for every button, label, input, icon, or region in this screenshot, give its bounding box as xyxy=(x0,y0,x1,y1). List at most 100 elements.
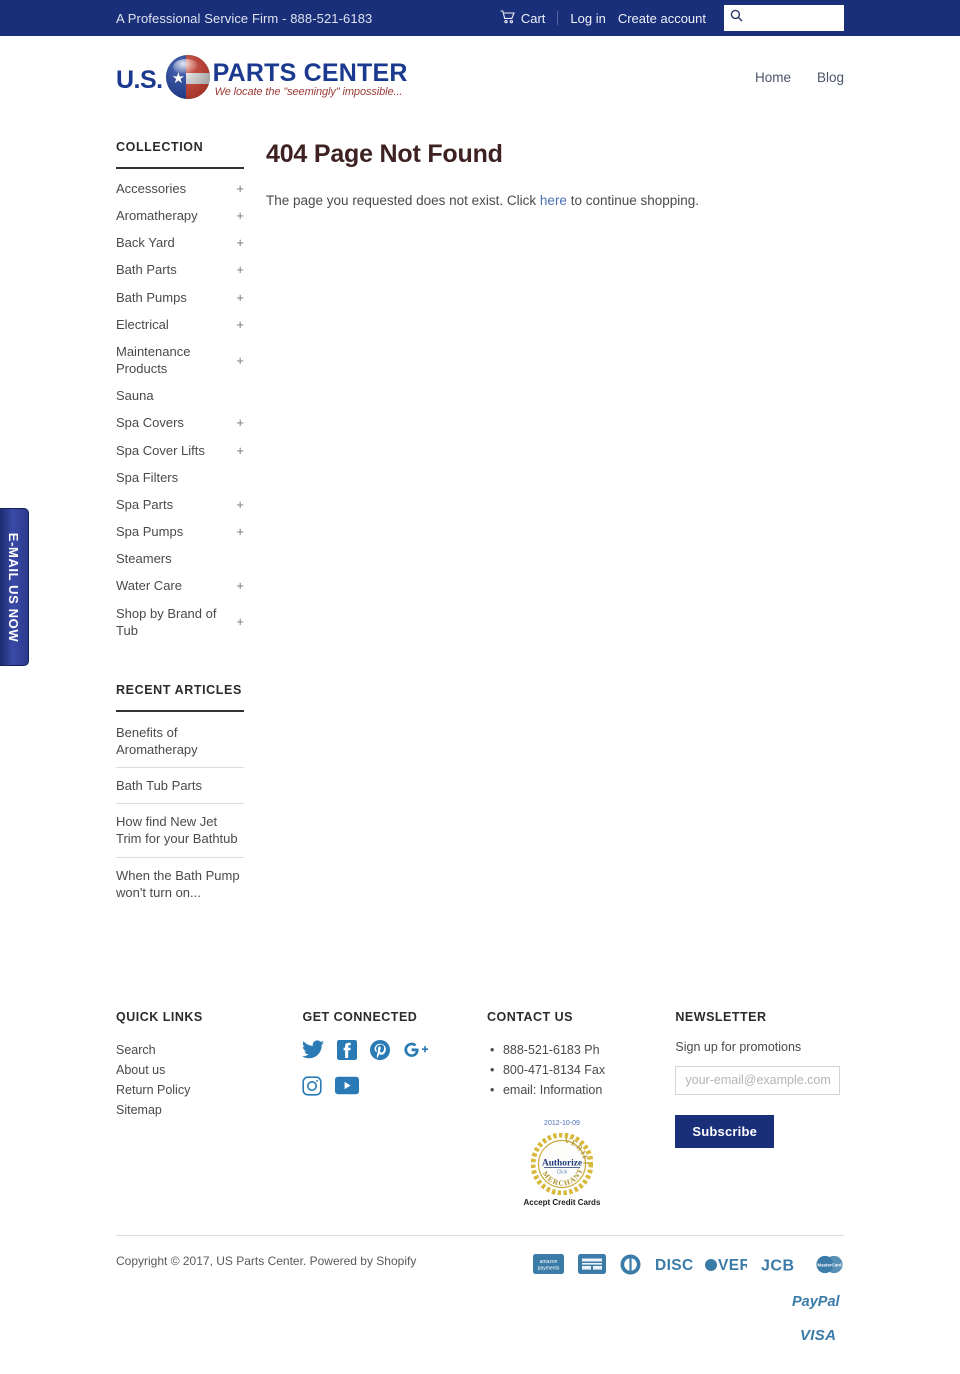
badge-date: 2012-10-09 xyxy=(544,1119,580,1127)
main-nav: Home Blog xyxy=(755,70,844,87)
site-logo[interactable]: U.S. ★ PARTS CENTER We locate the "seemi… xyxy=(116,55,408,101)
contact-email[interactable]: email: Information xyxy=(490,1080,675,1100)
sidebar-item-shop-by-brand-of-tub[interactable]: Shop by Brand of Tub + xyxy=(116,600,244,644)
recent-articles-heading: RECENT ARTICLES xyxy=(116,682,242,697)
sidebar-item-bath-pumps[interactable]: Bath Pumps + xyxy=(116,284,244,311)
footer-link-sitemap[interactable]: Sitemap xyxy=(116,1100,302,1120)
svg-text:DISC: DISC xyxy=(655,1257,694,1273)
top-bar: A Professional Service Firm - 888-521-61… xyxy=(0,0,960,36)
sidebar-item-steamers[interactable]: Steamers xyxy=(116,545,244,572)
expand-plus-icon[interactable]: + xyxy=(236,442,244,459)
continue-shopping-link[interactable]: here xyxy=(540,193,567,208)
sidebar-item-label: Spa Pumps xyxy=(116,524,184,540)
main-content: 404 Page Not Found The page you requeste… xyxy=(244,140,844,211)
jcb-icon: JCB xyxy=(761,1256,801,1278)
contact-us-heading: CONTACT US xyxy=(486,1009,573,1024)
search-icon xyxy=(730,9,743,27)
body-text-after: to continue shopping. xyxy=(566,193,700,208)
expand-plus-icon[interactable]: + xyxy=(236,207,244,224)
amazon-payments-icon: amazon payments xyxy=(533,1254,564,1279)
expand-plus-icon[interactable]: + xyxy=(236,613,244,630)
email-us-now-tab[interactable]: E-MAIL US NOW xyxy=(0,508,29,666)
expand-plus-icon[interactable]: + xyxy=(236,496,244,513)
pinterest-icon[interactable] xyxy=(370,1039,391,1065)
create-account-link[interactable]: Create account xyxy=(618,11,706,26)
sidebar-item-label: Back Yard xyxy=(116,235,175,251)
sidebar-item-spa-pumps[interactable]: Spa Pumps + xyxy=(116,518,244,545)
expand-plus-icon[interactable]: + xyxy=(236,414,244,431)
sidebar-item-label: Spa Filters xyxy=(116,469,179,485)
sidebar-item-back-yard[interactable]: Back Yard + xyxy=(116,229,244,256)
footer-get-connected: GET CONNECTED xyxy=(302,1010,486,1207)
recent-article-item[interactable]: When the Bath Pump won't turn on... xyxy=(116,858,244,910)
nav-item-blog[interactable]: Blog xyxy=(817,70,844,85)
footer-link-search[interactable]: Search xyxy=(116,1040,302,1060)
sidebar-item-label: Maintenance Products xyxy=(116,343,191,377)
expand-plus-icon[interactable]: + xyxy=(236,261,244,278)
sidebar-item-label: Bath Parts xyxy=(116,262,177,278)
youtube-icon[interactable] xyxy=(335,1076,360,1100)
logo-parts-center-text: PARTS CENTER xyxy=(212,58,408,87)
sidebar-item-label: Water Care xyxy=(116,578,182,594)
twitter-icon[interactable] xyxy=(302,1040,325,1064)
site-footer: QUICK LINKS Search About us Return Polic… xyxy=(116,910,844,1207)
quick-links-heading: QUICK LINKS xyxy=(116,1009,203,1024)
sidebar-item-label: Spa Cover Lifts xyxy=(116,442,205,458)
sidebar-item-accessories[interactable]: Accessories + xyxy=(116,175,244,202)
svg-text:MasterCard: MasterCard xyxy=(817,1262,841,1267)
newsletter-email-input[interactable] xyxy=(675,1065,841,1095)
expand-plus-icon[interactable]: + xyxy=(236,180,244,197)
facebook-icon[interactable] xyxy=(337,1039,358,1065)
master-card-icon: MasterCard xyxy=(815,1255,844,1279)
recent-article-item[interactable]: Bath Tub Parts xyxy=(116,768,244,805)
expand-plus-icon[interactable]: + xyxy=(236,316,244,333)
subscribe-button[interactable]: Subscribe xyxy=(675,1114,775,1148)
collection-heading: COLLECTION xyxy=(116,140,204,154)
email-us-now-label: E-MAIL US NOW xyxy=(6,532,22,642)
badge-caption: Accept Credit Cards xyxy=(523,1197,601,1207)
page-body-text: The page you requested does not exist. C… xyxy=(266,191,844,211)
sidebar-item-electrical[interactable]: Electrical + xyxy=(116,311,244,338)
sidebar-item-bath-parts[interactable]: Bath Parts + xyxy=(116,256,244,283)
footer-contact-us: CONTACT US 888-521-6183 Ph 800-471-8134 … xyxy=(487,1010,675,1207)
expand-plus-icon[interactable]: + xyxy=(236,234,244,251)
footer-quick-links: QUICK LINKS Search About us Return Polic… xyxy=(116,1010,302,1207)
sidebar-item-spa-parts[interactable]: Spa Parts + xyxy=(116,491,244,518)
authorize-net-badge[interactable]: 2012-10-09 VERIFIED MERCHANT Authorize C… xyxy=(487,1100,637,1207)
expand-plus-icon[interactable]: + xyxy=(236,289,244,306)
sidebar-item-label: Electrical xyxy=(116,316,169,332)
svg-text:JCB: JCB xyxy=(761,1257,795,1273)
sidebar-item-label: Accessories xyxy=(116,181,187,196)
expand-plus-icon[interactable]: + xyxy=(236,577,244,594)
sidebar-item-aromatherapy[interactable]: Aromatherapy + xyxy=(116,202,244,229)
topbar-divider xyxy=(557,11,559,25)
page-title: 404 Page Not Found xyxy=(266,140,503,168)
cart-link[interactable]: Cart xyxy=(500,9,558,27)
instagram-icon[interactable] xyxy=(302,1076,323,1101)
sidebar-item-label: Bath Pumps xyxy=(116,289,187,305)
recent-article-item[interactable]: How find New Jet Trim for your Bathtub xyxy=(116,804,244,858)
sidebar-item-water-care[interactable]: Water Care + xyxy=(116,572,244,599)
sidebar-item-sauna[interactable]: Sauna xyxy=(116,382,244,409)
login-link[interactable]: Log in xyxy=(570,11,605,26)
newsletter-subtitle: Sign up for promotions xyxy=(675,1039,802,1054)
american-express-icon xyxy=(578,1254,606,1279)
search-input[interactable] xyxy=(747,11,838,25)
sidebar-item-label: Shop by Brand of Tub xyxy=(116,605,217,638)
footer-link-about-us[interactable]: About us xyxy=(116,1060,302,1080)
recent-article-item[interactable]: Benefits of Aromatherapy xyxy=(116,718,244,769)
expand-plus-icon[interactable]: + xyxy=(236,523,244,540)
sidebar-item-spa-filters[interactable]: Spa Filters xyxy=(116,464,244,491)
nav-item-home[interactable]: Home xyxy=(755,70,791,85)
footer-link-return-policy[interactable]: Return Policy xyxy=(116,1080,302,1100)
sidebar-item-spa-cover-lifts[interactable]: Spa Cover Lifts + xyxy=(116,437,244,464)
expand-plus-icon[interactable]: + xyxy=(236,352,244,369)
search-box[interactable] xyxy=(724,5,844,31)
sidebar-item-maintenance-products[interactable]: Maintenance Products + xyxy=(116,338,244,382)
google-plus-icon[interactable] xyxy=(403,1040,429,1064)
footer-newsletter: NEWSLETTER Sign up for promotions Subscr… xyxy=(675,1010,844,1207)
sidebar-item-spa-covers[interactable]: Spa Covers + xyxy=(116,409,244,436)
get-connected-heading: GET CONNECTED xyxy=(302,1009,418,1024)
sidebar-item-label: Steamers xyxy=(116,551,172,567)
cart-label: Cart xyxy=(520,10,546,26)
